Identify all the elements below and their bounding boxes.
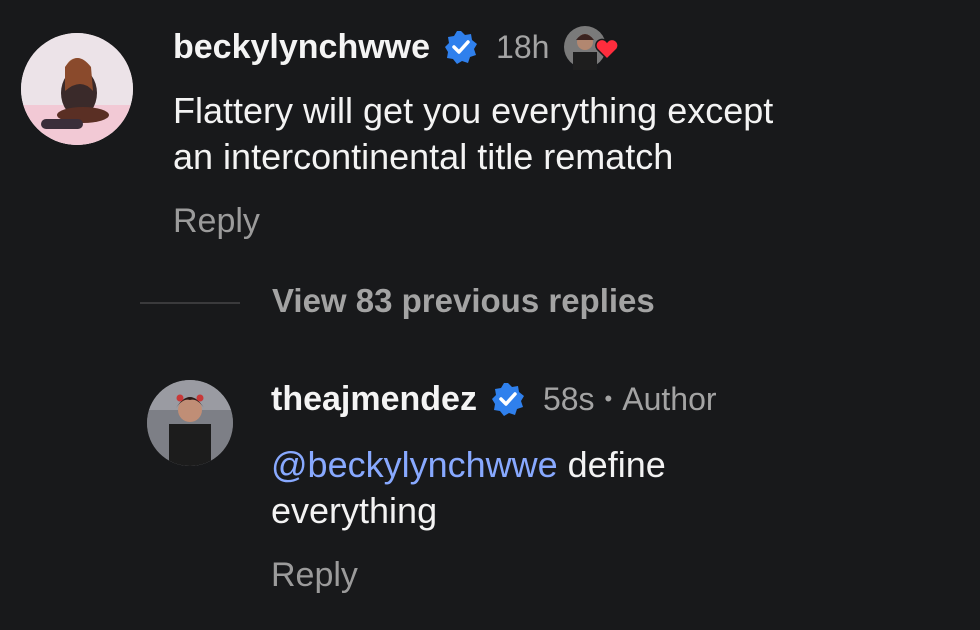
author-liked-indicator — [563, 24, 620, 70]
verified-badge-icon — [445, 31, 478, 64]
comment-username[interactable]: beckylynchwwe — [173, 28, 430, 67]
reply-text: define — [557, 444, 666, 485]
reply-username[interactable]: theajmendez — [271, 380, 477, 419]
reply-text-line: @beckylynchwwe define — [271, 442, 666, 488]
comment-text-line: an intercontinental title rematch — [173, 136, 674, 177]
thread-divider — [140, 302, 240, 304]
comment-text-line: Flattery will get you everything except — [173, 90, 774, 131]
avatar-theajmendez[interactable] — [147, 380, 233, 466]
comment-thread: beckylynchwwe 18h Flattery will get you … — [0, 0, 980, 630]
mention-link[interactable]: @beckylynchwwe — [271, 444, 558, 485]
meta-separator: • — [604, 386, 613, 411]
heart-icon — [595, 38, 620, 60]
reply-time: 58s — [542, 380, 595, 417]
reply-reply-button[interactable]: Reply — [271, 556, 358, 595]
avatar-photo — [21, 33, 133, 145]
avatar-beckylynchwwe[interactable] — [21, 33, 133, 145]
view-previous-replies-button[interactable]: View 83 previous replies — [272, 282, 655, 320]
comment-reply-button[interactable]: Reply — [173, 202, 260, 241]
comment-time: 18h — [496, 28, 550, 65]
reply-text-line: everything — [271, 490, 438, 531]
avatar-photo — [147, 380, 233, 466]
author-badge: Author — [622, 380, 717, 417]
comment-header: beckylynchwwe 18h — [173, 22, 620, 72]
reply-header: theajmendez 58s • Author — [271, 374, 717, 424]
reply-body: @beckylynchwwe define everything — [271, 442, 666, 534]
verified-badge-icon — [491, 383, 524, 416]
comment-body: Flattery will get you everything except … — [173, 88, 773, 180]
